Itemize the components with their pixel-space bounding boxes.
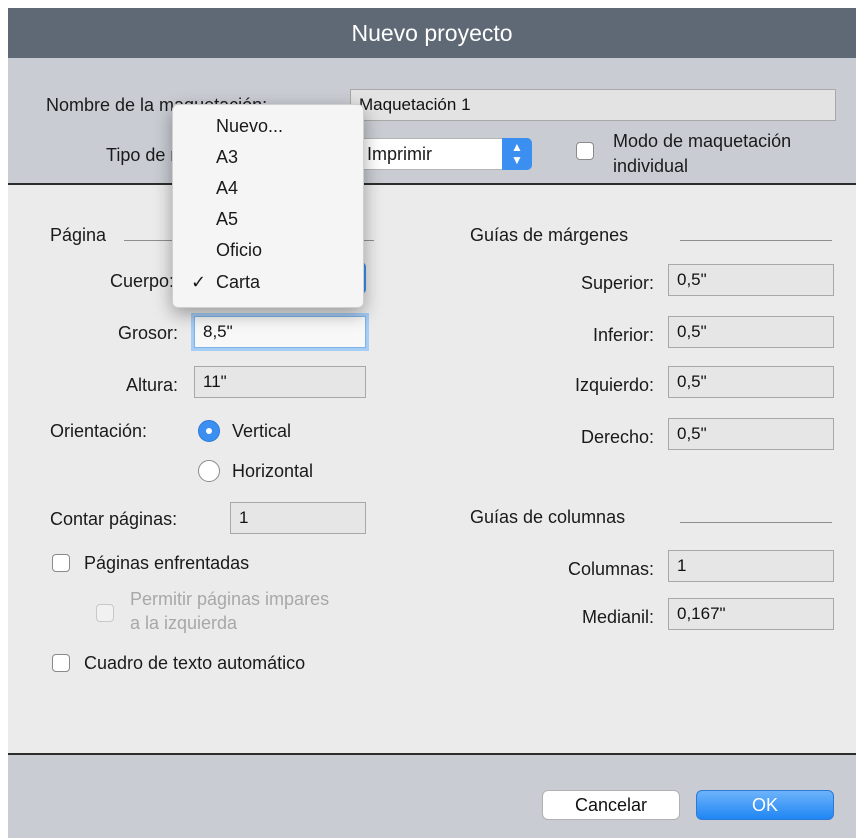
individual-mode-label-line1: Modo de maquetación: [613, 131, 792, 151]
gutter-label: Medianil:: [581, 607, 654, 627]
height-label: Altura:: [125, 375, 178, 395]
margin-bottom-label: Inferior:: [592, 325, 654, 345]
ok-button[interactable]: OK: [696, 790, 834, 820]
cancel-button[interactable]: Cancelar: [542, 790, 680, 820]
facing-pages-label: Páginas enfrentadas: [84, 553, 250, 573]
page-count-label: Contar páginas:: [50, 509, 178, 529]
columns-section-label: Guías de columnas: [470, 507, 626, 527]
layout-type-popup[interactable]: Imprimir ▲ ▼: [354, 138, 532, 170]
dialog-footer: Cancelar OK: [8, 753, 856, 838]
margin-left-label: Izquierdo:: [574, 375, 654, 395]
auto-text-box-checkbox[interactable]: [52, 654, 70, 672]
individual-mode-label-line2: individual: [613, 156, 689, 176]
margins-section-label: Guías de márgenes: [470, 225, 629, 245]
margin-top-input[interactable]: 0,5": [668, 264, 834, 296]
size-dropdown-menu: Nuevo... A3 A4 A5 Oficio ✓ Carta: [172, 104, 364, 308]
page-section-label: Página: [50, 225, 107, 245]
dialog-title: Nuevo proyecto: [8, 8, 856, 58]
allow-odd-left-label-line2: a la izquierda: [130, 613, 238, 633]
new-project-dialog: Nuevo proyecto Nombre de la maquetación:…: [8, 8, 856, 838]
menu-item-carta[interactable]: Carta: [216, 271, 260, 293]
orientation-label: Orientación:: [50, 421, 148, 441]
height-input[interactable]: 11": [194, 366, 366, 398]
individual-mode-checkbox[interactable]: [576, 142, 594, 160]
orientation-horizontal-radio[interactable]: [198, 460, 220, 482]
margin-right-label: Derecho:: [580, 427, 654, 447]
allow-odd-left-checkbox[interactable]: [96, 604, 114, 622]
auto-text-box-label: Cuadro de texto automático: [84, 653, 306, 673]
orientation-vertical-label: Vertical: [232, 421, 292, 441]
layout-name-input[interactable]: Maquetación 1: [350, 89, 836, 121]
margin-top-label: Superior:: [580, 273, 654, 293]
gutter-input[interactable]: 0,167": [668, 598, 834, 630]
allow-odd-left-label-line1: Permitir páginas impares: [130, 589, 330, 609]
columns-section-rule: [680, 522, 832, 523]
width-label: Grosor:: [117, 323, 178, 343]
menu-item-nuevo[interactable]: Nuevo...: [216, 115, 283, 137]
margin-right-input[interactable]: 0,5": [668, 418, 834, 450]
page-count-input[interactable]: 1: [230, 502, 366, 534]
width-input[interactable]: 8,5": [194, 316, 366, 348]
checkmark-icon: ✓: [191, 272, 207, 292]
menu-item-a4[interactable]: A4: [216, 177, 238, 199]
layout-type-value: Imprimir: [367, 144, 432, 164]
margin-left-input[interactable]: 0,5": [668, 366, 834, 398]
orientation-horizontal-label: Horizontal: [232, 461, 314, 481]
size-label: Cuerpo:: [109, 271, 174, 291]
dialog-header: Nombre de la maquetación: Maquetación 1 …: [8, 58, 856, 185]
facing-pages-checkbox[interactable]: [52, 554, 70, 572]
menu-item-oficio[interactable]: Oficio: [216, 239, 262, 261]
orientation-vertical-radio[interactable]: [198, 420, 220, 442]
columns-input[interactable]: 1: [668, 550, 834, 582]
margins-section-rule: [680, 240, 832, 241]
columns-label: Columnas:: [567, 559, 654, 579]
menu-item-a5[interactable]: A5: [216, 208, 238, 230]
margin-bottom-input[interactable]: 0,5": [668, 316, 834, 348]
popup-arrows-icon: ▲ ▼: [502, 138, 532, 170]
menu-item-a3[interactable]: A3: [216, 146, 238, 168]
